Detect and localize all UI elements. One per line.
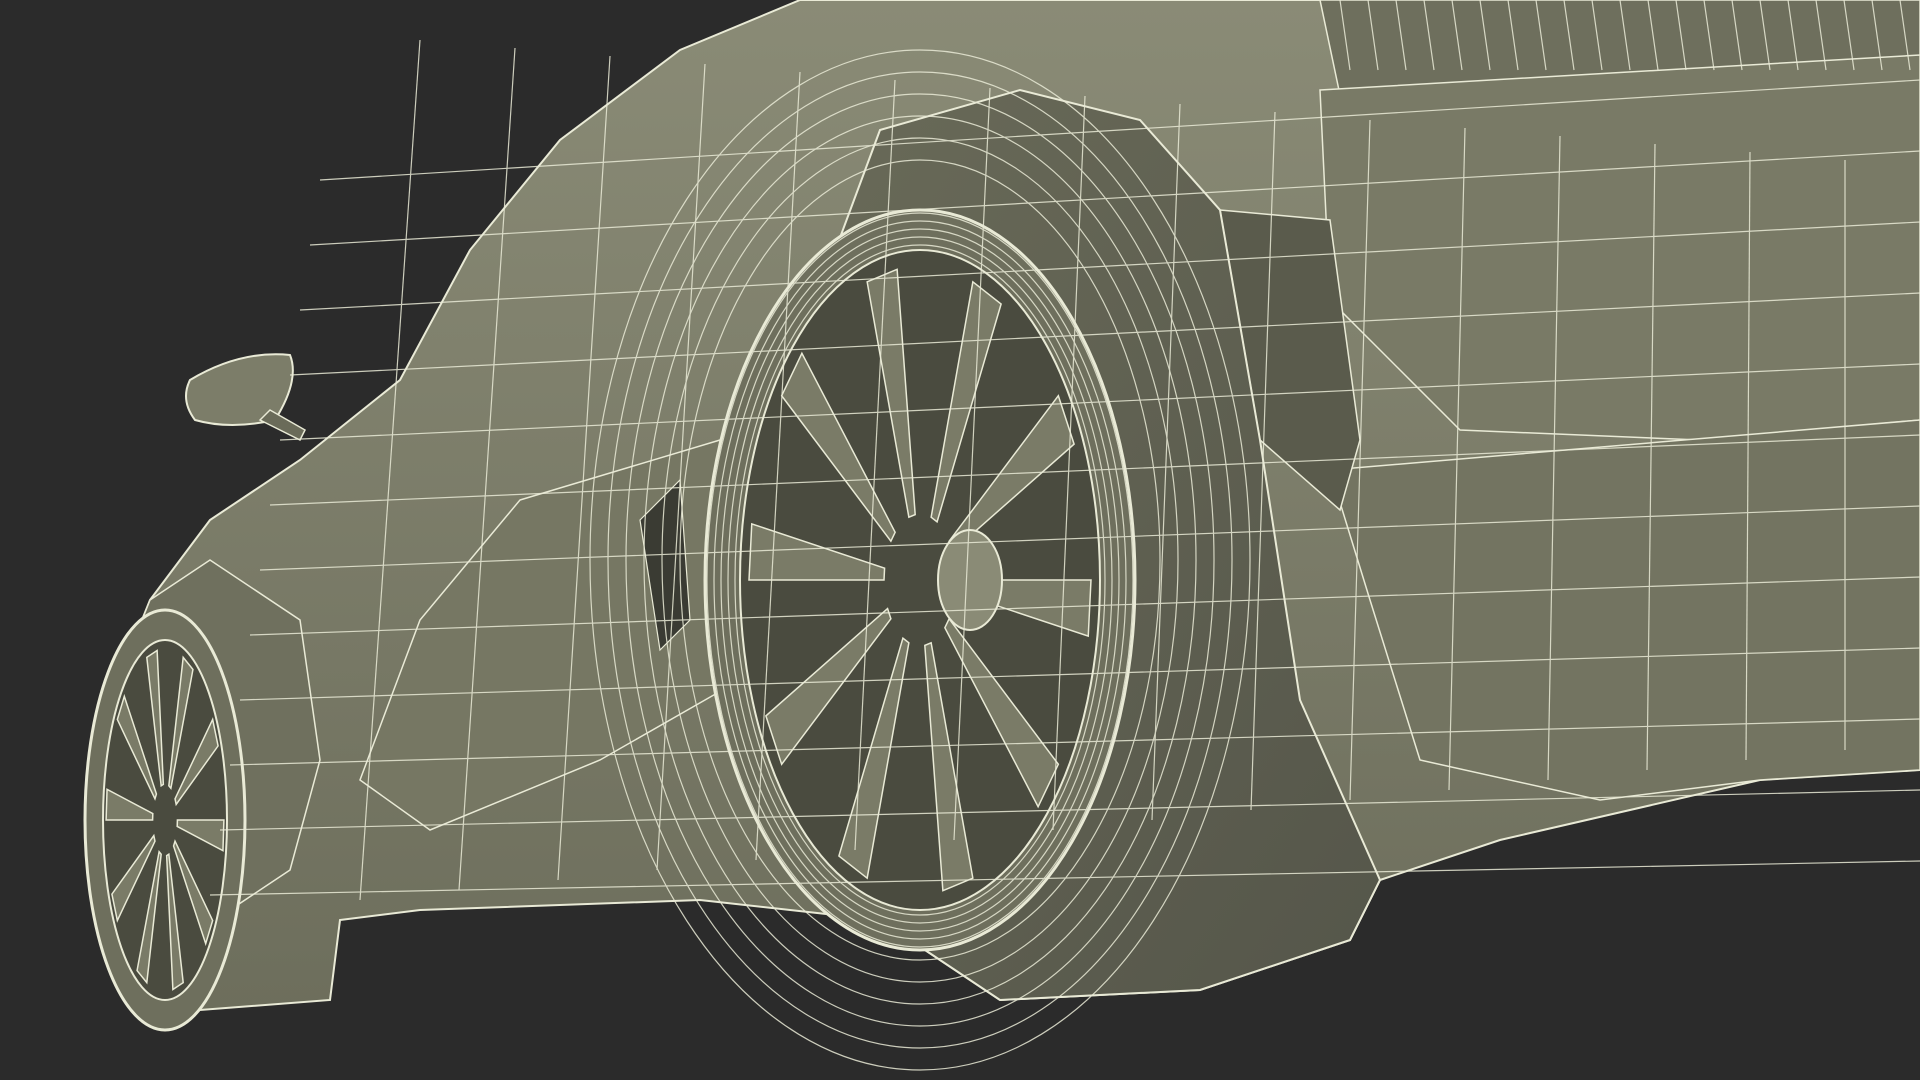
render-viewport	[0, 0, 1920, 1080]
rear-lower-sweep	[1329, 419, 1920, 801]
front-wheel	[83, 608, 247, 1032]
wireframe-car-render	[0, 0, 1920, 1080]
rear-hub	[937, 529, 1003, 631]
